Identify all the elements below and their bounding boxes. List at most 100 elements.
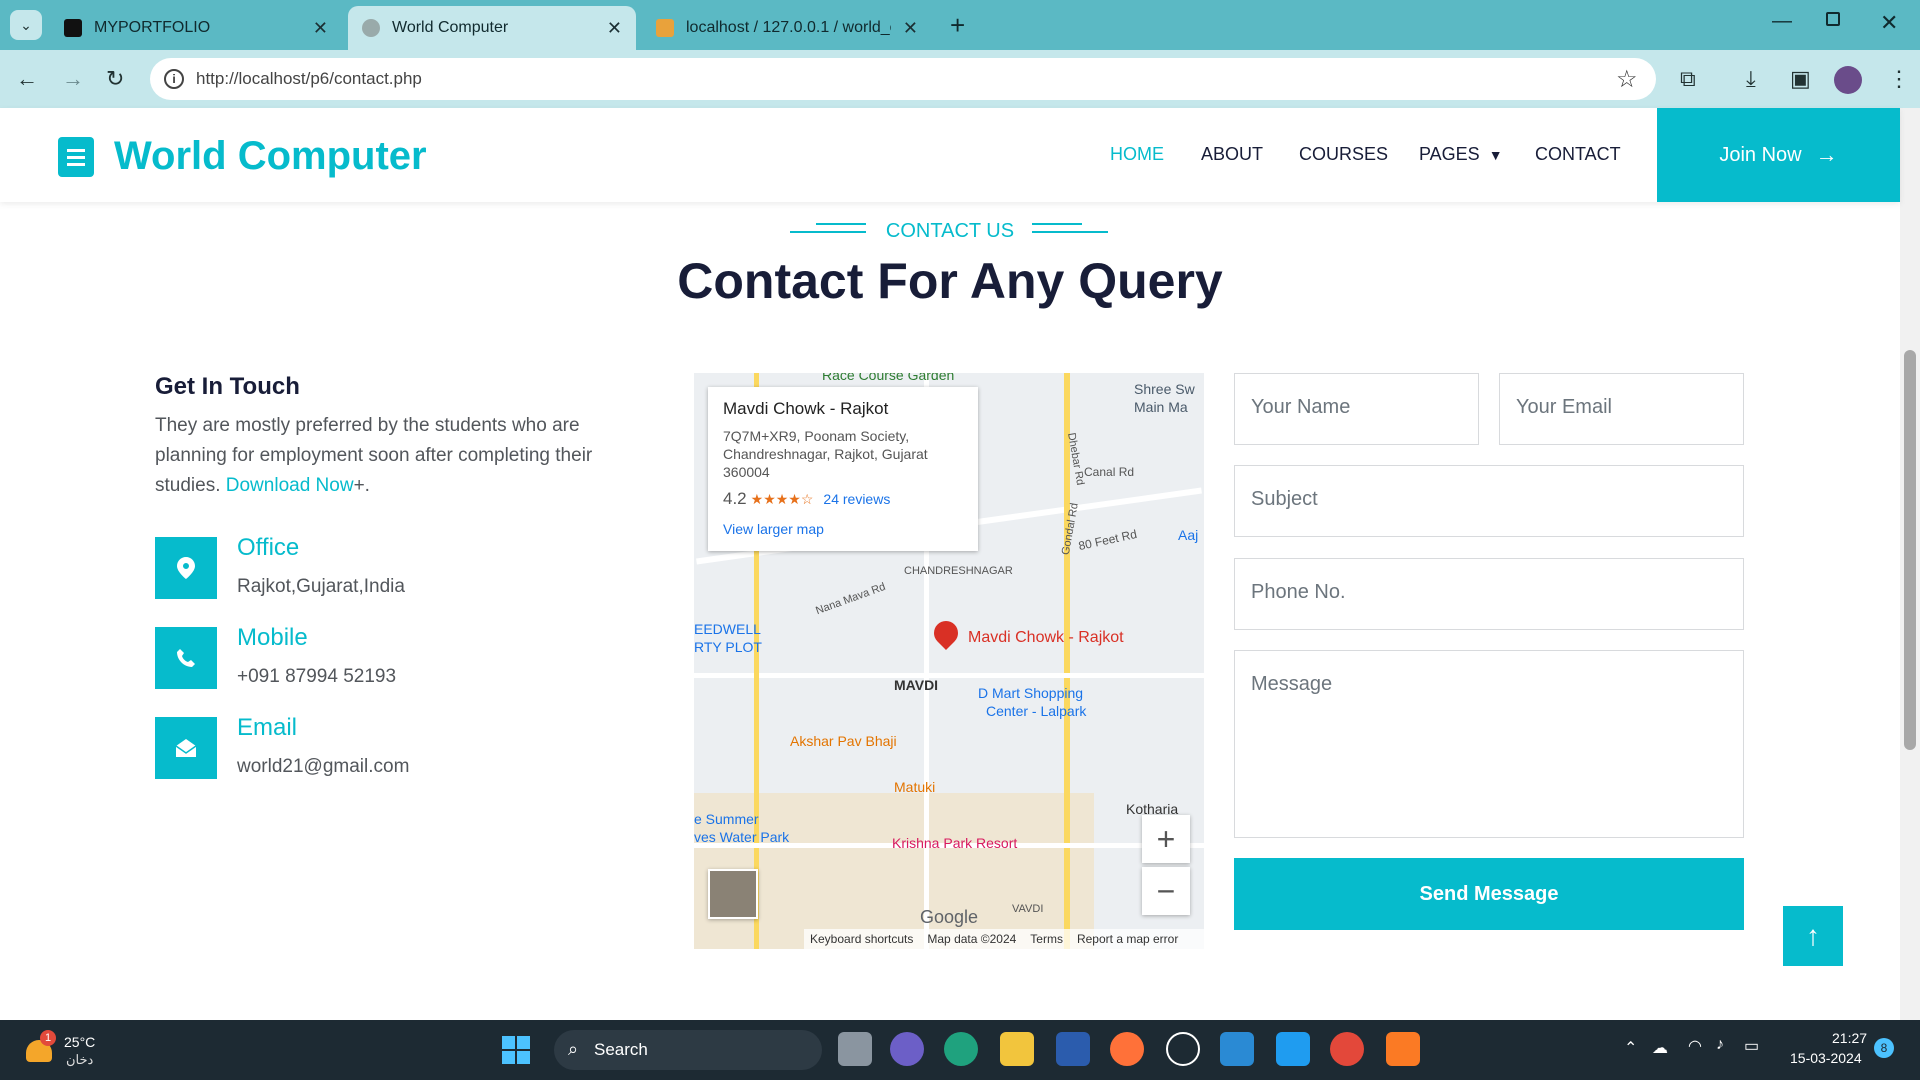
close-tab-icon[interactable]: ✕	[903, 18, 918, 39]
zoom-out-button[interactable]: −	[1142, 867, 1190, 915]
nav-pages-label: PAGES	[1419, 144, 1480, 164]
tab-myportfolio[interactable]: MYPORTFOLIO ✕	[50, 6, 342, 50]
intro-suffix: +.	[353, 475, 370, 496]
map-marker-icon	[155, 537, 217, 599]
profile-avatar[interactable]	[1834, 66, 1862, 94]
reload-icon[interactable]: ↻	[106, 66, 124, 92]
vscode-icon[interactable]	[1276, 1032, 1310, 1066]
map-data-text: Map data ©2024	[927, 932, 1017, 946]
map-label: CHANDRESHNAGAR	[904, 565, 1013, 577]
forward-icon[interactable]: →	[62, 66, 84, 92]
google-logo: Google	[920, 907, 979, 927]
new-tab-button[interactable]: +	[950, 10, 965, 41]
xampp-icon[interactable]	[1386, 1032, 1420, 1066]
tray-chevron-up-icon[interactable]: ⌃	[1624, 1038, 1637, 1058]
name-field[interactable]: Your Name	[1234, 373, 1479, 445]
nav-about[interactable]: ABOUT	[1201, 144, 1263, 165]
back-icon[interactable]: ←	[16, 66, 38, 92]
chrome-icon[interactable]	[1330, 1032, 1364, 1066]
sidepanel-icon[interactable]: ▣	[1790, 66, 1811, 92]
map-label: MAVDI	[894, 677, 939, 693]
volume-icon[interactable]: ♪	[1716, 1036, 1724, 1054]
scrollbar-thumb[interactable]	[1904, 350, 1916, 750]
report-map-error-link[interactable]: Report a map error	[1077, 932, 1178, 946]
arrow-up-icon: ↑	[1806, 920, 1820, 951]
page-scrollbar[interactable]	[1900, 108, 1920, 1020]
download-now-link[interactable]: Download Now	[226, 475, 354, 496]
send-message-button[interactable]: Send Message	[1234, 858, 1744, 930]
join-now-label: Join Now	[1719, 143, 1802, 166]
close-tab-icon[interactable]: ✕	[313, 18, 328, 39]
subtitle-line-right-short	[1032, 223, 1082, 225]
close-tab-icon[interactable]: ✕	[607, 18, 622, 39]
tab-world-computer[interactable]: World Computer ✕	[348, 6, 636, 50]
join-now-button[interactable]: Join Now →	[1657, 108, 1900, 202]
message-textarea[interactable]: Message	[1234, 650, 1744, 838]
reviews-link[interactable]: 24 reviews	[823, 491, 890, 507]
map-label: Akshar Pav Bhaji	[790, 733, 897, 749]
clock-date[interactable]: 15-03-2024	[1790, 1050, 1862, 1066]
map-pin-icon[interactable]	[929, 616, 963, 650]
close-window-icon[interactable]: ✕	[1880, 10, 1898, 36]
wifi-icon[interactable]: ◠	[1688, 1036, 1702, 1056]
word-icon[interactable]	[1056, 1032, 1090, 1066]
map-label: ves Water Park	[694, 829, 790, 845]
nav-contact[interactable]: CONTACT	[1535, 144, 1621, 165]
google-map-embed[interactable]: Race Course Garden Shree Sw Main Ma Cana…	[694, 373, 1204, 949]
tab-title: MYPORTFOLIO	[94, 19, 211, 36]
zoom-in-button[interactable]: +	[1142, 815, 1190, 863]
onedrive-icon[interactable]: ☁	[1652, 1038, 1668, 1058]
email-field[interactable]: Your Email	[1499, 373, 1744, 445]
mail-icon[interactable]	[1220, 1032, 1254, 1066]
chevron-down-icon: ▼	[1488, 147, 1503, 163]
menu-icon[interactable]: ⋮	[1888, 66, 1910, 92]
get-in-touch-text: They are mostly preferred by the student…	[155, 411, 645, 501]
nav-courses[interactable]: COURSES	[1299, 144, 1388, 165]
email-value: world21@gmail.com	[237, 756, 410, 777]
meet-icon[interactable]	[890, 1032, 924, 1066]
browser-toolbar: ← → ↻ i http://localhost/p6/contact.php …	[0, 50, 1920, 108]
restore-icon[interactable]	[1826, 12, 1840, 26]
extensions-icon[interactable]: ⧉	[1680, 66, 1696, 92]
tab-title: localhost / 127.0.0.1 / world_co	[686, 19, 891, 36]
site-info-icon[interactable]: i	[164, 69, 184, 89]
globe-favicon-icon	[362, 19, 380, 37]
terms-link[interactable]: Terms	[1030, 932, 1063, 946]
address-bar[interactable]: i http://localhost/p6/contact.php ☆	[150, 58, 1656, 100]
brand-link[interactable]: World Computer	[58, 134, 427, 179]
file-explorer-icon[interactable]	[1000, 1032, 1034, 1066]
download-icon[interactable]: ⤓	[1746, 66, 1756, 92]
portfolio-favicon-icon	[64, 19, 82, 37]
phone-field[interactable]: Phone No.	[1234, 558, 1744, 630]
windows-taskbar: 1 25°C دخان ⌕ Search ⌃ ☁ ◠ ♪ ▭ 21:27 15-…	[0, 1020, 1920, 1080]
map-label: EEDWELL	[694, 621, 761, 637]
back-to-top-button[interactable]: ↑	[1783, 906, 1843, 966]
bookmark-star-icon[interactable]: ☆	[1616, 65, 1638, 94]
keyboard-shortcuts-link[interactable]: Keyboard shortcuts	[810, 932, 913, 946]
view-larger-map-link[interactable]: View larger map	[723, 521, 963, 537]
map-road	[694, 673, 1204, 678]
map-label: VAVDI	[1012, 903, 1044, 915]
weather-widget[interactable]: 1 25°C دخان	[24, 1030, 104, 1072]
taskbar-search[interactable]: ⌕ Search	[554, 1030, 822, 1070]
clock-time[interactable]: 21:27	[1832, 1030, 1867, 1046]
firefox-icon[interactable]	[1110, 1032, 1144, 1066]
battery-icon[interactable]: ▭	[1744, 1036, 1759, 1056]
nav-pages[interactable]: PAGES ▼	[1419, 144, 1503, 165]
tab-phpmyadmin[interactable]: localhost / 127.0.0.1 / world_co ✕	[642, 6, 932, 50]
nav-home[interactable]: HOME	[1110, 144, 1164, 165]
minimize-icon[interactable]: —	[1772, 10, 1792, 33]
book-icon	[58, 136, 94, 177]
task-view-icon[interactable]	[838, 1032, 872, 1066]
intro-text: They are mostly preferred by the student…	[155, 415, 593, 496]
brand-name: World Computer	[114, 134, 427, 178]
tab-search-dropdown[interactable]: ⌄	[10, 10, 42, 40]
office-title: Office	[237, 534, 300, 561]
dell-icon[interactable]	[1166, 1032, 1200, 1066]
satellite-toggle[interactable]	[708, 869, 758, 919]
subject-field[interactable]: Subject	[1234, 465, 1744, 537]
weather-badge: 1	[40, 1030, 56, 1046]
windows-start-icon[interactable]	[502, 1036, 530, 1064]
edge-icon[interactable]	[944, 1032, 978, 1066]
notification-badge[interactable]: 8	[1874, 1038, 1894, 1058]
